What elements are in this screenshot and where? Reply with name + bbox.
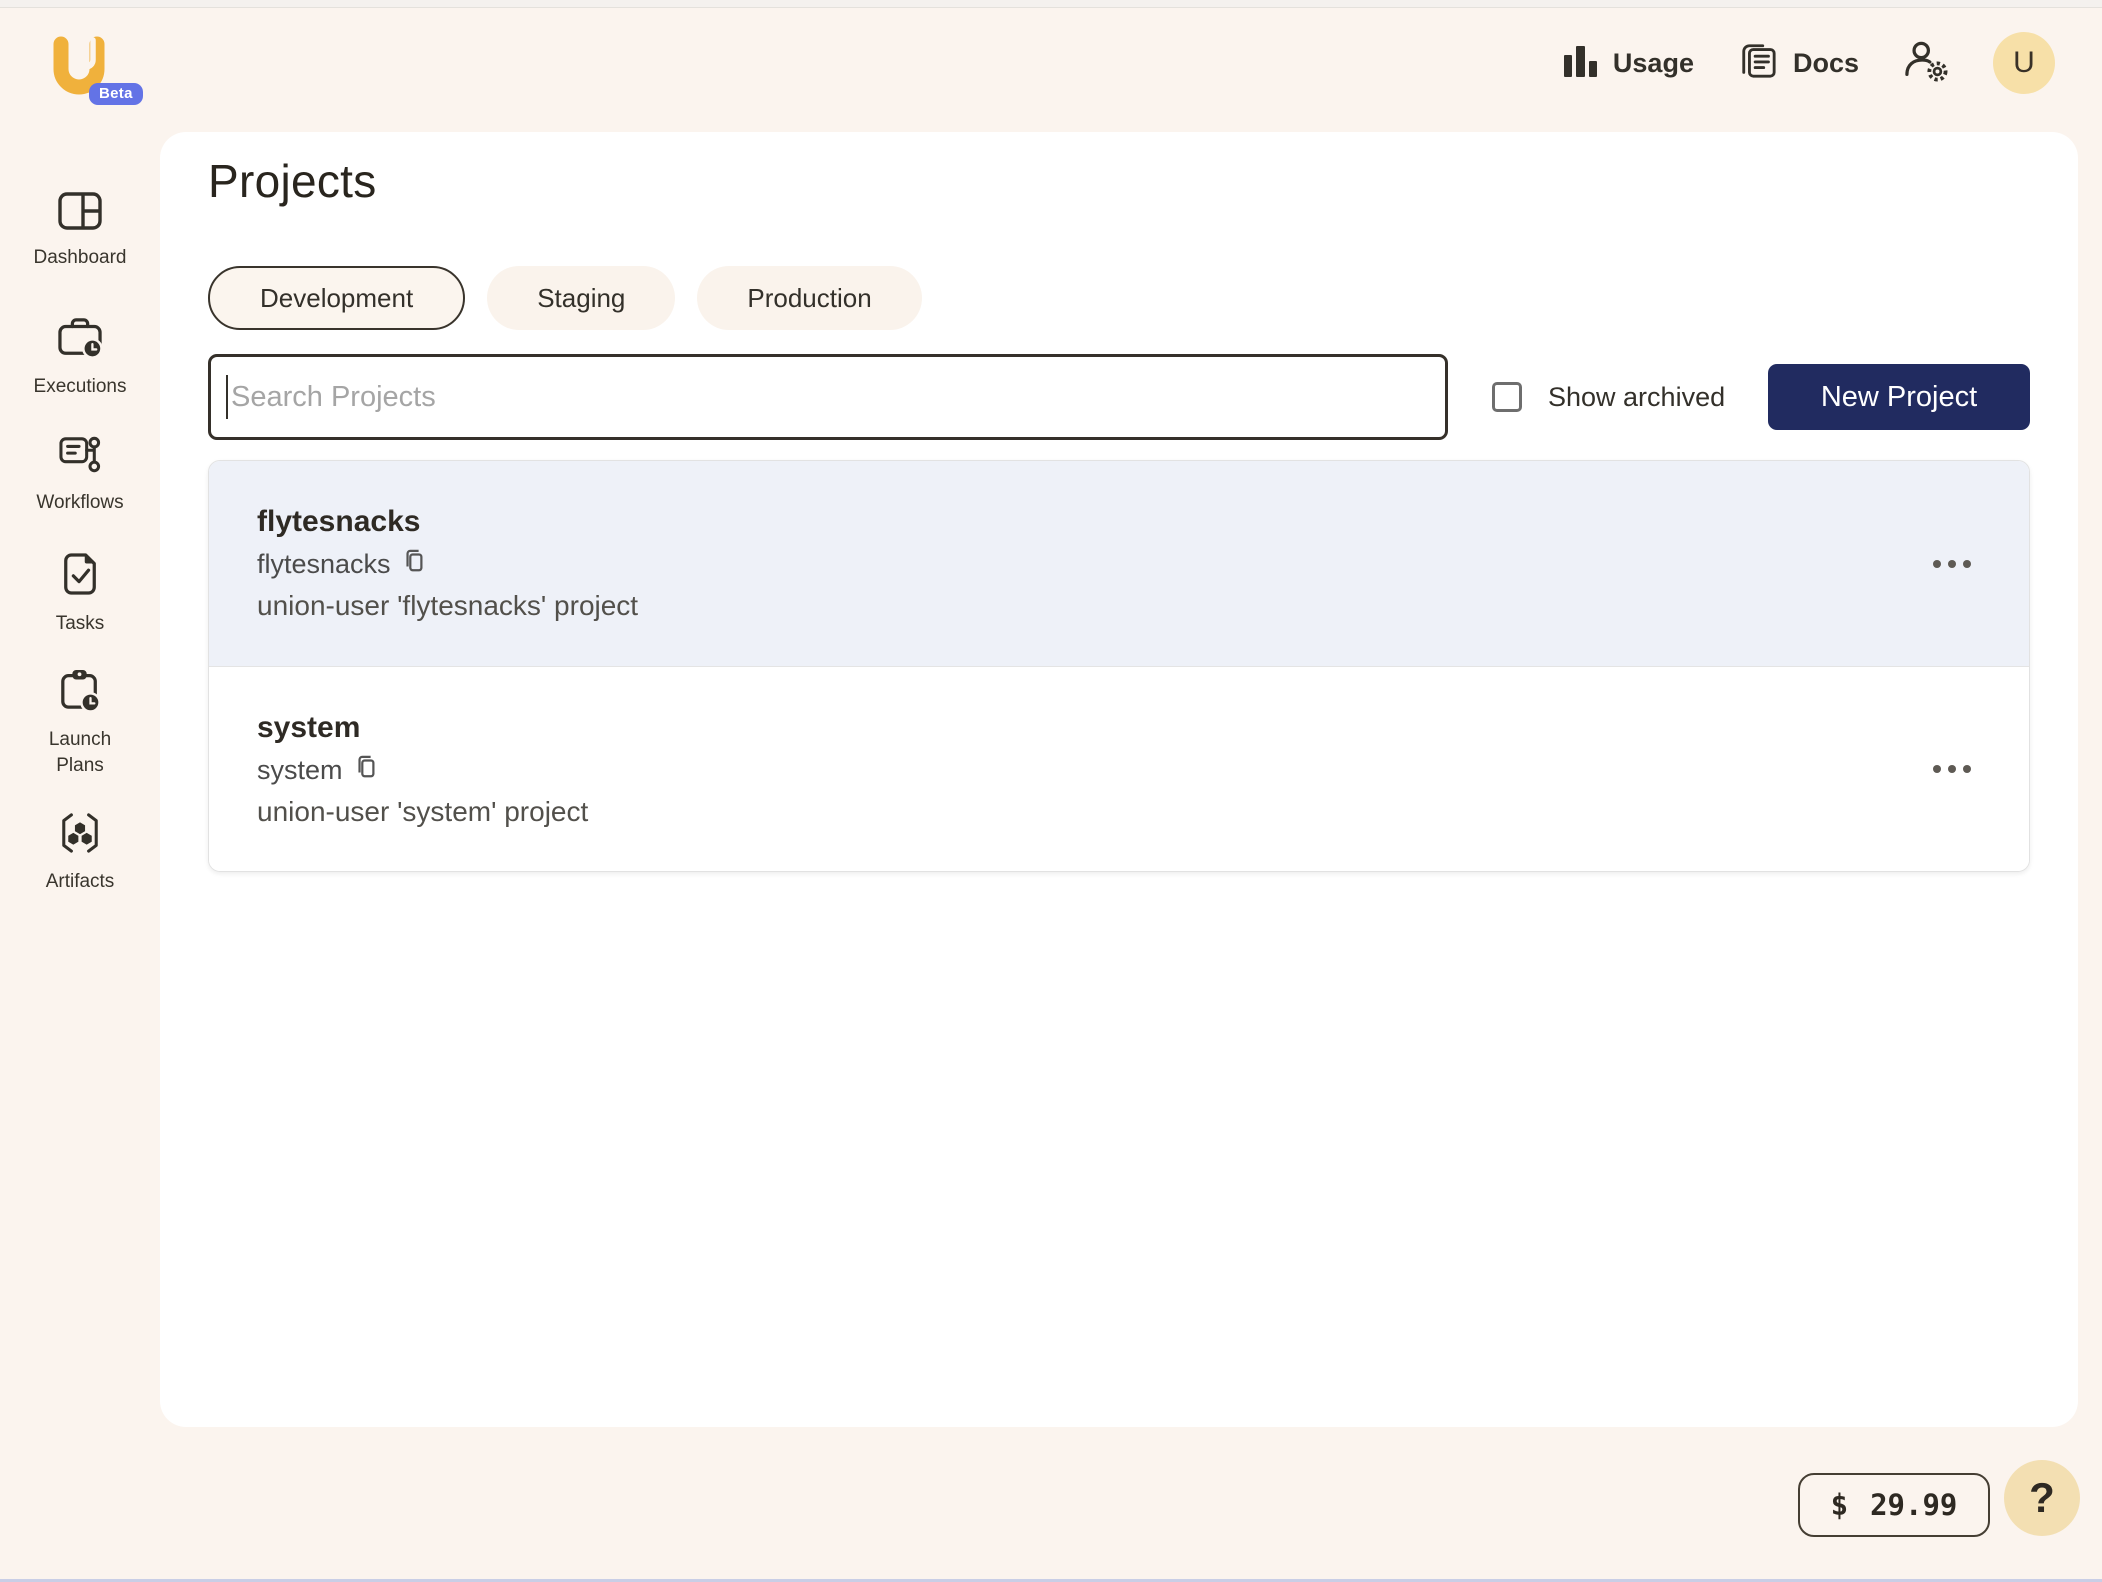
user-settings-button[interactable] <box>1903 40 1949 87</box>
sidebar-item-tasks[interactable]: Tasks <box>0 552 160 637</box>
projects-controls: Show archived New Project <box>208 354 2030 440</box>
header-actions: Usage Docs U <box>1563 32 2055 94</box>
project-menu-button[interactable] <box>1927 753 1977 785</box>
project-description: union-user 'flytesnacks' project <box>257 590 639 621</box>
workflows-icon <box>58 435 102 480</box>
project-row-flytesnacks[interactable]: flytesnacks flytesnacks union-user 'flyt… <box>209 461 2029 666</box>
new-project-button[interactable]: New Project <box>1768 364 2030 430</box>
executions-icon <box>57 317 103 364</box>
main-panel: Projects Development Staging Production … <box>160 132 2078 1427</box>
usage-link[interactable]: Usage <box>1563 42 1694 85</box>
project-id: flytesnacks <box>257 549 391 579</box>
show-archived-checkbox[interactable] <box>1492 382 1522 412</box>
search-input[interactable] <box>208 354 1448 440</box>
tab-production[interactable]: Production <box>697 266 922 330</box>
bar-chart-icon <box>1563 42 1598 85</box>
sidebar-item-label: Workflows <box>36 492 124 513</box>
question-mark-icon: ? <box>2029 1474 2055 1521</box>
beta-badge: Beta <box>89 83 143 105</box>
docs-label: Docs <box>1792 47 1859 78</box>
window-top-strip <box>0 0 2102 8</box>
sidebar-item-workflows[interactable]: Workflows <box>0 435 160 516</box>
tab-staging[interactable]: Staging <box>487 266 676 330</box>
copy-icon[interactable] <box>402 548 426 581</box>
help-button[interactable]: ? <box>2004 1460 2080 1536</box>
page-title: Projects <box>208 155 377 207</box>
projects-list: flytesnacks flytesnacks union-user 'flyt… <box>208 460 2030 872</box>
sidebar-item-label: Artifacts <box>45 871 115 892</box>
sidebar-item-executions[interactable]: Executions <box>0 317 160 400</box>
avatar-initial: U <box>2013 46 2035 79</box>
usage-label: Usage <box>1612 47 1694 78</box>
sidebar-item-label: Dashboard <box>33 247 127 268</box>
artifacts-icon <box>58 812 102 859</box>
launch-plans-icon <box>59 668 101 717</box>
sidebar-item-label: Launch Plans <box>48 729 112 776</box>
copy-icon[interactable] <box>354 754 378 787</box>
union-logo[interactable]: Beta <box>48 36 148 116</box>
show-archived-toggle[interactable]: Show archived <box>1492 382 1725 413</box>
project-id: system <box>257 754 343 785</box>
ellipsis-icon <box>1933 559 1941 568</box>
project-row-system[interactable]: system system union-user 'system' projec… <box>209 666 2029 871</box>
show-archived-label: Show archived <box>1548 381 1726 412</box>
sidebar-item-label: Tasks <box>55 613 105 634</box>
project-name: system <box>257 710 361 744</box>
project-name: flytesnacks <box>257 505 421 538</box>
text-caret <box>226 375 228 419</box>
docs-link[interactable]: Docs <box>1738 41 1859 86</box>
currency-symbol: $ <box>1830 1488 1849 1522</box>
project-description: union-user 'system' project <box>257 795 589 827</box>
sidebar-item-label: Executions <box>33 376 127 397</box>
credits-balance-button[interactable]: $ 29.99 <box>1798 1473 1990 1537</box>
project-menu-button[interactable] <box>1927 548 1977 580</box>
domain-tabs: Development Staging Production <box>208 266 922 330</box>
tab-development[interactable]: Development <box>208 266 466 330</box>
user-avatar[interactable]: U <box>1993 32 2055 94</box>
sidebar-item-dashboard[interactable]: Dashboard <box>0 192 160 271</box>
credit-amount: 29.99 <box>1870 1488 1958 1522</box>
user-settings-icon <box>1903 40 1949 87</box>
tasks-icon <box>61 552 99 601</box>
search-wrap <box>208 354 1448 440</box>
ellipsis-icon <box>1933 765 1941 773</box>
dashboard-icon <box>58 192 102 235</box>
sidebar-item-artifacts[interactable]: Artifacts <box>0 812 160 895</box>
docs-icon <box>1738 41 1778 86</box>
sidebar-item-launch-plans[interactable]: Launch Plans <box>0 668 160 778</box>
